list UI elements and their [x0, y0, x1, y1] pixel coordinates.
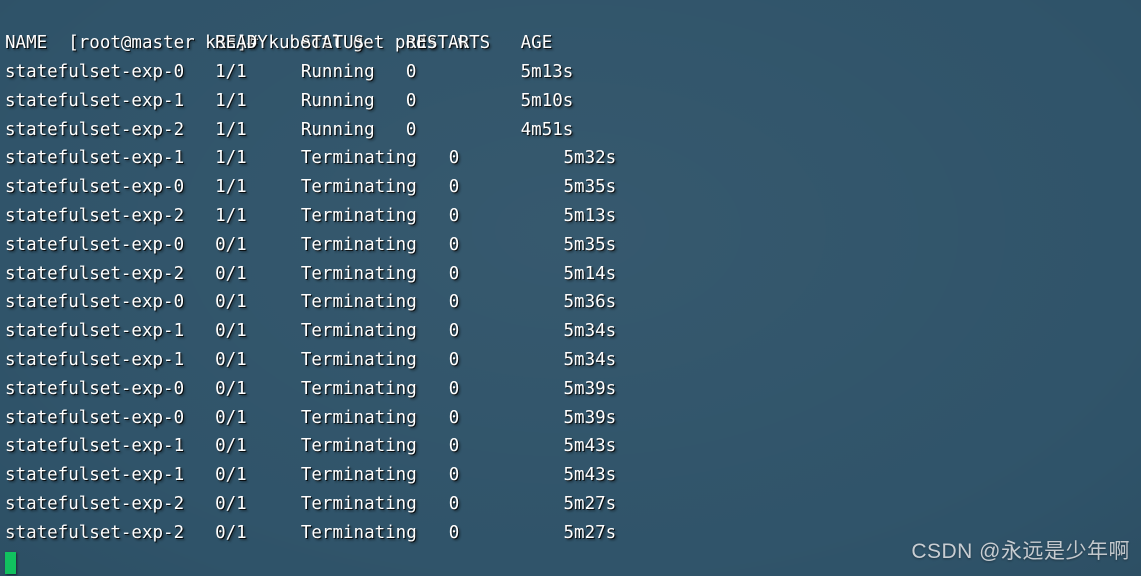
cell-status: Terminating: [300, 522, 417, 543]
cell-ready: 0/1: [215, 350, 247, 370]
cell-restarts: 0: [448, 494, 460, 514]
header-cell-restarts: RESTARTS: [405, 33, 491, 53]
cell-restarts: 0: [448, 465, 460, 486]
cell-restarts: 0: [405, 62, 417, 82]
cell-restarts: 0: [448, 350, 460, 370]
cell-status: Running: [300, 119, 375, 140]
cell-status: Terminating: [300, 206, 417, 226]
header-cell-ready: READY: [215, 33, 268, 53]
cell-age: 5m39s: [563, 407, 617, 428]
cell-age: 5m34s: [563, 321, 617, 342]
cell-age: 5m36s: [563, 292, 617, 313]
cell-age: 5m27s: [563, 522, 617, 543]
cell-status: Terminating: [300, 263, 417, 284]
cell-age: 5m14s: [563, 263, 617, 284]
cell-status: Terminating: [300, 407, 417, 428]
cell-age: 5m32s: [563, 148, 617, 169]
command-prompt-line: [root@master k8s]# kubectl get pods -w: [5, 0, 468, 53]
cell-restarts: 0: [405, 119, 417, 140]
cell-age: 5m43s: [563, 465, 617, 486]
csdn-watermark: CSDN @永远是少年啊: [911, 540, 1130, 563]
cell-ready: 1/1: [215, 62, 247, 82]
cell-age: 5m27s: [563, 494, 617, 514]
cell-ready: 1/1: [215, 148, 247, 169]
cell-restarts: 0: [405, 90, 417, 111]
cell-age: 5m13s: [563, 206, 617, 226]
cell-pod-name: statefulset-exp-2: [5, 263, 185, 284]
cell-ready: 0/1: [215, 436, 247, 457]
cell-age: 5m10s: [520, 90, 574, 111]
cell-ready: 0/1: [215, 407, 247, 428]
terminal-window[interactable]: [root@master k8s]# kubectl get pods -w N…: [0, 0, 1141, 576]
cell-pod-name: statefulset-exp-2: [5, 119, 185, 140]
cell-pod-name: statefulset-exp-1: [5, 321, 185, 342]
cell-restarts: 0: [448, 407, 460, 428]
cell-pod-name: statefulset-exp-0: [5, 292, 185, 313]
cell-restarts: 0: [448, 234, 460, 255]
cell-restarts: 0: [448, 206, 460, 226]
cell-status: Running: [300, 62, 375, 82]
cell-status: Terminating: [300, 436, 417, 457]
cell-ready: 0/1: [215, 321, 247, 342]
cell-ready: 0/1: [215, 263, 247, 284]
cell-restarts: 0: [448, 263, 460, 284]
cell-pod-name: statefulset-exp-2: [5, 206, 185, 226]
cell-ready: 1/1: [215, 177, 247, 198]
cell-ready: 1/1: [215, 90, 247, 111]
cell-status: Terminating: [300, 177, 417, 198]
cell-pod-name: statefulset-exp-0: [5, 177, 185, 198]
cell-status: Terminating: [300, 148, 417, 169]
cell-status: Terminating: [300, 350, 417, 370]
cell-pod-name: statefulset-exp-2: [5, 522, 185, 543]
cell-age: 5m34s: [563, 350, 617, 370]
cell-status: Terminating: [300, 292, 417, 313]
cell-status: Terminating: [300, 321, 417, 342]
cell-pod-name: statefulset-exp-1: [5, 350, 185, 370]
cell-restarts: 0: [448, 321, 460, 342]
cell-ready: 0/1: [215, 494, 247, 514]
cell-pod-name: statefulset-exp-2: [5, 494, 185, 514]
terminal-screen[interactable]: [root@master k8s]# kubectl get pods -w N…: [0, 0, 1141, 576]
header-cell-status: STATUS: [300, 33, 365, 53]
cell-status: Terminating: [300, 465, 417, 486]
cell-age: 5m35s: [563, 177, 617, 198]
cell-age: 5m43s: [563, 436, 617, 457]
cell-age: 5m35s: [563, 234, 617, 255]
cell-ready: 0/1: [215, 522, 247, 543]
cell-ready: 0/1: [215, 234, 247, 255]
cell-ready: 0/1: [215, 465, 247, 486]
header-cell-name: NAME: [5, 33, 48, 53]
cell-pod-name: statefulset-exp-0: [5, 378, 185, 399]
cell-age: 5m13s: [520, 62, 574, 82]
cell-ready: 1/1: [215, 206, 247, 226]
cell-pod-name: statefulset-exp-0: [5, 62, 185, 82]
cell-restarts: 0: [448, 436, 460, 457]
cell-restarts: 0: [448, 292, 460, 313]
cell-status: Running: [300, 90, 375, 111]
cell-restarts: 0: [448, 522, 460, 543]
cell-status: Terminating: [300, 494, 417, 514]
cell-restarts: 0: [448, 378, 460, 399]
cell-ready: 1/1: [215, 119, 247, 140]
cell-pod-name: statefulset-exp-1: [5, 436, 185, 457]
cell-pod-name: statefulset-exp-1: [5, 148, 185, 169]
cell-ready: 0/1: [215, 378, 247, 399]
cell-pod-name: statefulset-exp-1: [5, 465, 185, 486]
cell-restarts: 0: [448, 177, 460, 198]
header-cell-age: AGE: [520, 33, 553, 53]
cell-pod-name: statefulset-exp-0: [5, 234, 185, 255]
cell-ready: 0/1: [215, 292, 247, 313]
block-cursor: [5, 551, 16, 574]
cell-restarts: 0: [448, 148, 460, 169]
cell-pod-name: statefulset-exp-1: [5, 90, 185, 111]
cell-status: Terminating: [300, 378, 417, 399]
cell-pod-name: statefulset-exp-0: [5, 407, 185, 428]
cell-status: Terminating: [300, 234, 417, 255]
cell-age: 5m39s: [563, 378, 617, 399]
cell-age: 4m51s: [520, 119, 574, 140]
